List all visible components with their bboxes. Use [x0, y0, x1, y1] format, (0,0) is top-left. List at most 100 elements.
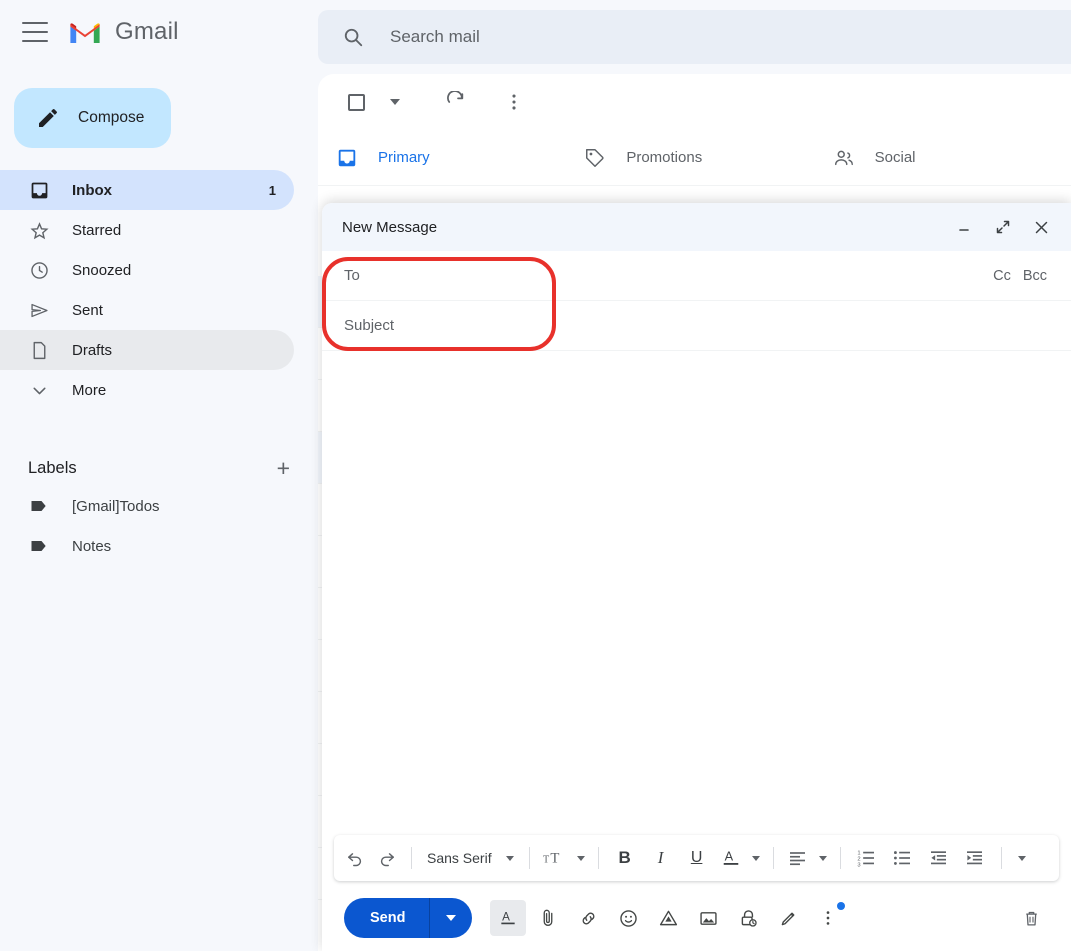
- expand-icon[interactable]: [991, 215, 1015, 239]
- compose-window-controls: [953, 215, 1053, 239]
- select-all-dropdown[interactable]: [384, 82, 406, 122]
- hamburger-icon[interactable]: [22, 22, 48, 42]
- bulleted-list-button[interactable]: [886, 842, 920, 874]
- italic-button[interactable]: I: [644, 842, 678, 874]
- redo-button[interactable]: [372, 842, 402, 874]
- indent-decrease-button[interactable]: [922, 842, 956, 874]
- chevron-down-icon: [446, 915, 457, 921]
- text-color-button[interactable]: A: [716, 842, 746, 874]
- sidebar-item-snoozed[interactable]: Snoozed: [0, 250, 294, 290]
- tab-primary[interactable]: Primary: [318, 130, 574, 185]
- compose-label: Compose: [78, 109, 145, 126]
- gmail-app: Gmail Compose Inbox 1 Starred Snoozed Se…: [0, 0, 1071, 951]
- text-color-dropdown[interactable]: [748, 842, 764, 874]
- compose-button[interactable]: Compose: [14, 88, 171, 148]
- pen-icon: [781, 912, 795, 925]
- font-size-button[interactable]: TT: [539, 842, 571, 874]
- more-options-button[interactable]: [810, 900, 846, 936]
- star-icon: [28, 220, 50, 241]
- tab-promotions[interactable]: Promotions: [574, 130, 822, 185]
- subject-field-row[interactable]: Subject: [322, 301, 1071, 351]
- align-dropdown[interactable]: [815, 842, 831, 874]
- search-input[interactable]: Search mail: [390, 27, 480, 47]
- insert-link-button[interactable]: [570, 900, 606, 936]
- compose-header: New Message: [322, 203, 1071, 251]
- subject-field[interactable]: Subject: [344, 317, 394, 334]
- send-button[interactable]: Send: [344, 898, 473, 938]
- svg-text:A: A: [503, 911, 511, 924]
- text-color-icon: A: [723, 849, 738, 865]
- sidebar-item-inbox[interactable]: Inbox 1: [0, 170, 294, 210]
- gmail-logo[interactable]: Gmail: [68, 18, 179, 46]
- svg-text:T: T: [550, 851, 559, 867]
- close-icon[interactable]: [1029, 215, 1053, 239]
- insert-emoji-button[interactable]: [610, 900, 646, 936]
- sidebar-item-label: Inbox: [72, 181, 112, 199]
- bold-button[interactable]: B: [608, 842, 642, 874]
- more-vertical-icon: [827, 911, 830, 925]
- insert-signature-button[interactable]: [770, 900, 806, 936]
- sidebar-item-sent[interactable]: Sent: [0, 290, 294, 330]
- plus-icon[interactable]: +: [273, 456, 294, 480]
- refresh-button[interactable]: [436, 82, 476, 122]
- people-icon: [833, 147, 855, 169]
- confidential-mode-button[interactable]: [730, 900, 766, 936]
- insert-photo-button[interactable]: [690, 900, 726, 936]
- underline-button[interactable]: U: [680, 842, 714, 874]
- inbox-unread-count: 1: [268, 182, 276, 198]
- font-family-select[interactable]: Sans Serif: [421, 850, 520, 866]
- search-wrapper: Search mail: [318, 0, 1071, 74]
- insert-drive-button[interactable]: [650, 900, 686, 936]
- label-item-label: Notes: [72, 537, 112, 555]
- link-icon: [582, 912, 595, 924]
- list-more-button[interactable]: [494, 82, 534, 122]
- checkbox-icon: [347, 93, 365, 111]
- to-field-row[interactable]: To Cc Bcc: [322, 251, 1071, 301]
- attach-file-button[interactable]: [530, 900, 566, 936]
- chevron-down-icon: [751, 855, 760, 861]
- sidebar: Gmail Compose Inbox 1 Starred Snoozed Se…: [0, 0, 318, 951]
- align-left-icon: [790, 852, 806, 866]
- label-item-gmail-todos[interactable]: [Gmail]Todos: [0, 486, 294, 526]
- sidebar-item-starred[interactable]: Starred: [0, 210, 294, 250]
- gmail-wordmark: Gmail: [115, 18, 179, 45]
- align-button[interactable]: [783, 842, 813, 874]
- inbox-tab-icon: [336, 147, 358, 169]
- discard-draft-button[interactable]: [1013, 900, 1049, 936]
- label-tag-icon: [28, 536, 50, 556]
- tabs-row: Primary Promotions Social: [318, 130, 1071, 186]
- font-size-dropdown[interactable]: [573, 842, 589, 874]
- select-all-checkbox[interactable]: [336, 82, 376, 122]
- labels-title: Labels: [28, 458, 77, 477]
- send-options-dropdown[interactable]: [430, 915, 472, 921]
- cc-button[interactable]: Cc: [993, 268, 1011, 284]
- clock-icon: [28, 260, 50, 281]
- bcc-button[interactable]: Bcc: [1023, 268, 1047, 284]
- formatting-options-button[interactable]: A: [490, 900, 527, 936]
- chevron-down-icon: [390, 99, 400, 105]
- indent-increase-button[interactable]: [958, 842, 992, 874]
- numbered-list-button[interactable]: 123: [850, 842, 884, 874]
- trash-icon: [1025, 911, 1037, 926]
- message-body-input[interactable]: [322, 351, 1071, 835]
- refresh-icon: [447, 91, 464, 103]
- sidebar-item-more[interactable]: More: [0, 370, 294, 410]
- tab-social[interactable]: Social: [823, 130, 1071, 185]
- tab-label: Primary: [378, 149, 430, 166]
- minimize-icon[interactable]: [953, 215, 977, 239]
- sidebar-item-drafts[interactable]: Drafts: [0, 330, 294, 370]
- compose-window: New Message To Cc Bcc Subject Sans Serif…: [322, 203, 1071, 951]
- more-formatting-button[interactable]: [1011, 842, 1033, 874]
- compose-action-bar: Send A: [322, 885, 1071, 951]
- to-field[interactable]: To: [344, 267, 360, 284]
- search-icon: [342, 26, 364, 48]
- undo-icon: [348, 853, 362, 867]
- formatting-toolbar: Sans Serif TT B I U A 1 2 3: [334, 835, 1059, 881]
- cc-bcc-group: Cc Bcc: [993, 268, 1047, 284]
- search-bar[interactable]: Search mail: [318, 10, 1071, 64]
- tab-label: Social: [874, 149, 916, 166]
- undo-button[interactable]: [340, 842, 370, 874]
- font-size-icon: TT: [543, 851, 559, 867]
- indent-increase-icon: [967, 851, 983, 865]
- label-item-notes[interactable]: Notes: [0, 526, 294, 566]
